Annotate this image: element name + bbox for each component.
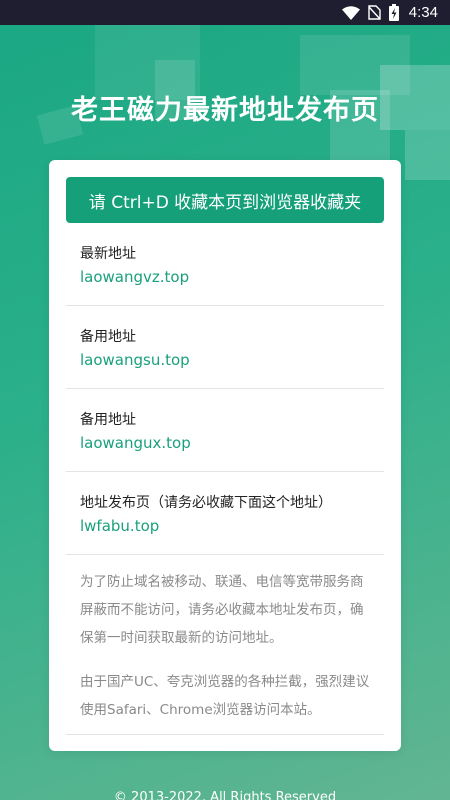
notice-text: 为了防止域名被移动、联通、电信等宽带服务商屏蔽而不能访问，请务必收藏本地址发布页… — [80, 574, 364, 646]
notice-text: 由于国产UC、夸克浏览器的各种拦截，强烈建议使用Safari、Chrome浏览器… — [80, 674, 370, 718]
entry-label: 备用地址 — [80, 412, 136, 428]
battery-charging-icon — [388, 4, 399, 21]
divider — [66, 734, 384, 735]
address-link[interactable]: laowangsu.top — [80, 351, 190, 369]
address-card: 请 Ctrl+D 收藏本页到浏览器收藏夹 最新地址 laowangvz.top … — [49, 160, 401, 751]
address-entry: 最新地址 laowangvz.top — [66, 240, 384, 306]
address-entry: 地址发布页（请务必收藏下面这个地址） lwfabu.top — [66, 472, 384, 555]
status-bar: 4:34 — [0, 0, 450, 25]
address-entry: 备用地址 laowangux.top — [66, 389, 384, 472]
bookmark-banner[interactable]: 请 Ctrl+D 收藏本页到浏览器收藏夹 — [66, 177, 384, 223]
no-sim-icon — [368, 5, 381, 20]
status-time: 4:34 — [408, 4, 438, 21]
wifi-icon — [341, 5, 360, 20]
page-title: 老王磁力最新地址发布页 — [71, 95, 379, 126]
footer-copyright: © 2013-2022, All Rights Reserved — [113, 790, 337, 800]
entry-label: 地址发布页（请务必收藏下面这个地址） — [80, 495, 332, 511]
address-entry: 备用地址 laowangsu.top — [66, 306, 384, 389]
address-link[interactable]: lwfabu.top — [80, 517, 159, 535]
address-link[interactable]: laowangux.top — [80, 434, 191, 452]
decorative-shape — [405, 130, 450, 180]
address-link[interactable]: laowangvz.top — [80, 268, 189, 286]
entry-label: 备用地址 — [80, 329, 136, 345]
entry-label: 最新地址 — [80, 246, 136, 262]
